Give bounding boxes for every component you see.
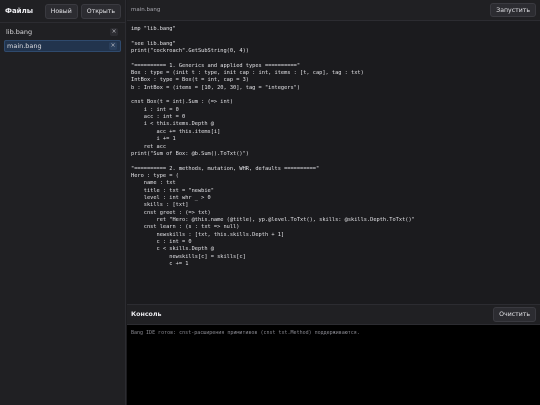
file-name: main.bang [7, 42, 42, 50]
file-list: lib.bang × main.bang × [0, 23, 125, 57]
console-line: Bang IDE готов: cnst-расширения примитив… [131, 330, 360, 336]
code-editor[interactable]: imp "lib.bang" "see lib.bang" print("coc… [127, 21, 540, 304]
current-file-name: main.bang [131, 7, 161, 13]
console-title: Консоль [131, 311, 162, 318]
close-icon[interactable]: × [110, 28, 118, 36]
file-item-main[interactable]: main.bang × [4, 40, 121, 52]
run-button[interactable]: Запустить [490, 3, 536, 17]
file-item-lib[interactable]: lib.bang × [4, 26, 121, 38]
sidebar-header: Файлы Новый Открыть [0, 0, 125, 23]
file-sidebar: Файлы Новый Открыть lib.bang × main.bang… [0, 0, 126, 405]
open-file-button[interactable]: Открыть [80, 3, 121, 19]
code-text[interactable]: imp "lib.bang" "see lib.bang" print("coc… [131, 26, 540, 268]
clear-console-button[interactable]: Очистить [493, 307, 536, 322]
editor-header: main.bang Запустить [127, 0, 540, 21]
new-file-button[interactable]: Новый [44, 3, 78, 19]
console-header: Консоль Очистить [127, 304, 540, 325]
console-output: Bang IDE готов: cnst-расширения примитив… [127, 325, 540, 405]
sidebar-title: Файлы [5, 7, 34, 15]
file-name: lib.bang [6, 28, 33, 36]
close-icon[interactable]: × [109, 42, 117, 50]
